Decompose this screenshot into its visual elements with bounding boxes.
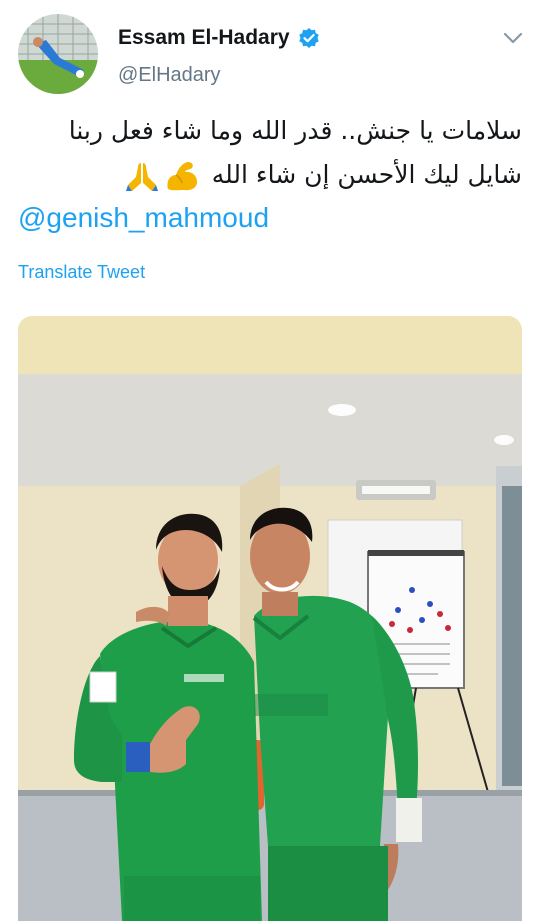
flexed-biceps-icon (167, 162, 197, 191)
tweet-text: سلامات يا جنش.. قدر الله وما شاء فعل ربن… (18, 110, 522, 198)
translate-tweet-link[interactable]: Translate Tweet (18, 262, 145, 283)
tweet-photo[interactable] (18, 316, 522, 921)
mention-link[interactable]: @genish_mahmoud (18, 202, 269, 234)
avatar-image (18, 14, 98, 94)
author-handle[interactable]: @ElHadary (118, 64, 221, 87)
emoji-group (124, 159, 200, 193)
author-name-row[interactable]: Essam El-Hadary (118, 26, 320, 50)
tweet-text-line-1: سلامات يا جنش.. قدر الله وما شاء فعل ربن… (68, 116, 522, 145)
author-avatar[interactable] (18, 14, 98, 94)
tweet-text-line-2: شايل ليك الأحسن إن شاء الله (18, 154, 522, 198)
folded-hands-icon (125, 163, 158, 191)
author-display-name[interactable]: Essam El-Hadary (118, 26, 290, 50)
tweet-text-line-2-text: شايل ليك الأحسن إن شاء الله (211, 160, 522, 189)
chevron-down-icon[interactable] (502, 30, 524, 46)
verified-badge-icon (298, 28, 319, 48)
tweet-photo-image (18, 316, 522, 921)
